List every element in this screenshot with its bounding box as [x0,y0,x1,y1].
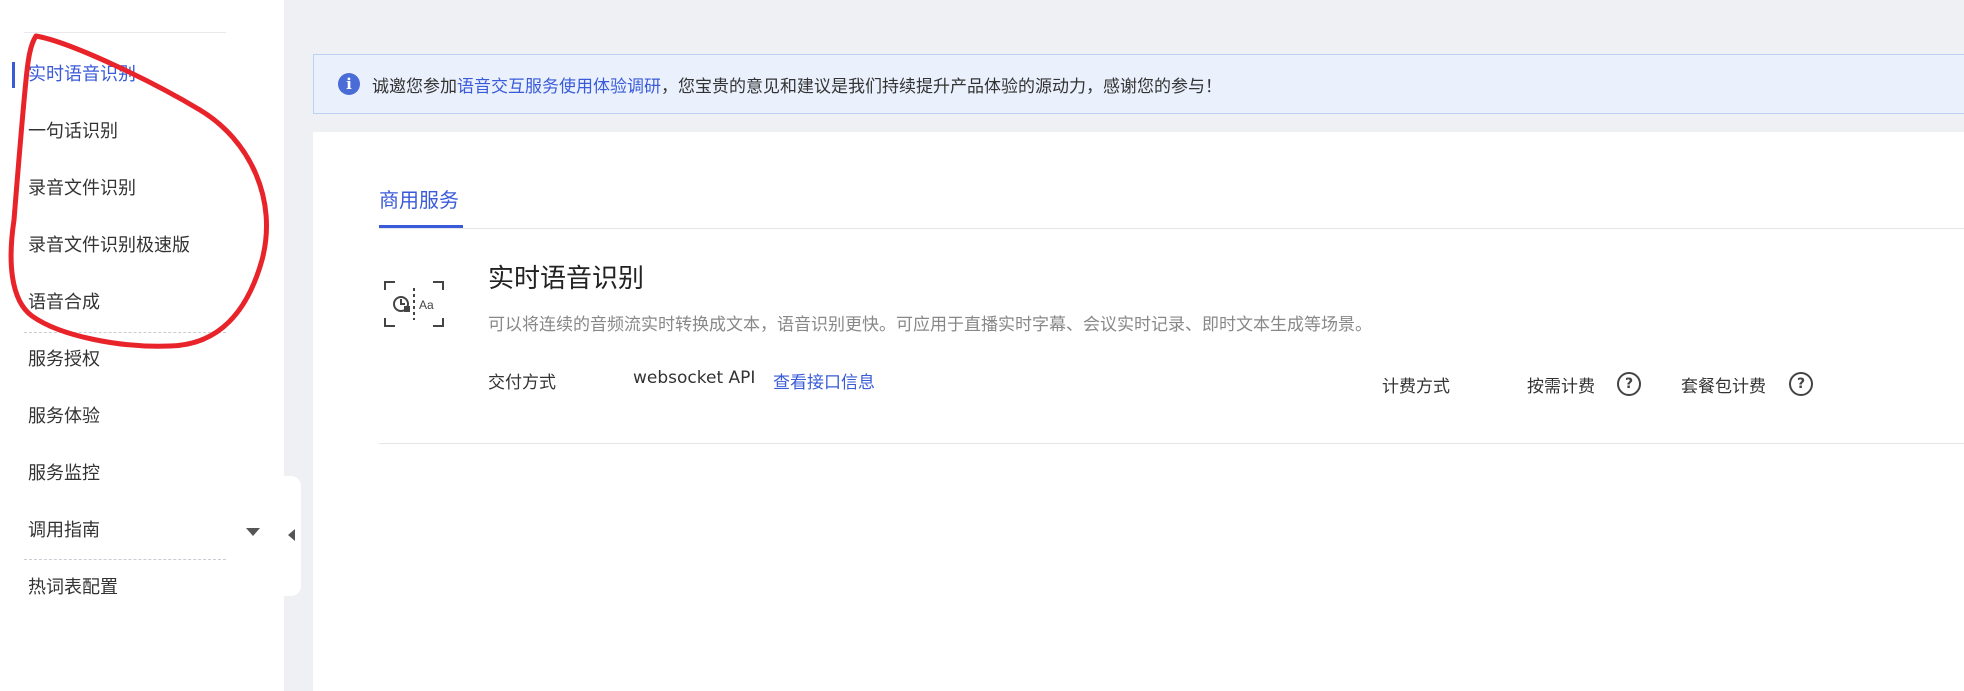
chevron-left-icon [288,529,295,541]
sidebar-item-monitoring[interactable]: 服务监控 [28,462,100,486]
tab-divider [379,228,1964,229]
main-panel: 商用服务 Aa 实时语音识别 可以将连续的音频流实时转换成文本，语音识别更快。可… [313,132,1964,691]
service-description: 可以将连续的音频流实时转换成文本，语音识别更快。可应用于直播实时字幕、会议实时记… [488,315,1372,335]
delivery-label: 交付方式 [488,373,556,393]
section-divider [379,443,1964,444]
billing-on-demand-label: 按需计费 [1527,377,1595,397]
view-api-info-link[interactable]: 查看接口信息 [773,368,875,393]
notice-text-suffix: ，您宝贵的意见和建议是我们持续提升产品体验的源动力，感谢您的参与！ [661,76,1222,97]
notice-bar: i 诚邀您参加 语音交互服务使用体验调研 ，您宝贵的意见和建议是我们持续提升产品… [313,54,1964,114]
sidebar-item-file-asr[interactable]: 录音文件识别 [28,177,136,201]
sidebar-divider [24,559,226,560]
question-circle-icon[interactable]: ? [1617,372,1641,396]
active-indicator [12,62,15,88]
billing-label: 计费方式 [1382,377,1450,397]
service-title: 实时语音识别 [488,264,645,294]
sidebar-item-sentence-asr[interactable]: 一句话识别 [28,120,118,144]
sidebar-item-realtime-asr[interactable]: 实时语音识别 [28,63,136,87]
survey-link[interactable]: 语音交互服务使用体验调研 [457,72,661,97]
sidebar-divider [24,332,226,333]
sidebar-item-guide[interactable]: 调用指南 [28,519,100,543]
billing-package-label: 套餐包计费 [1681,377,1766,397]
notice-text-prefix: 诚邀您参加 [372,76,457,97]
svg-text:Aa: Aa [419,298,434,312]
tab-commercial-service[interactable]: 商用服务 [379,184,459,213]
sidebar-item-hotword[interactable]: 热词表配置 [28,576,118,600]
caret-down-icon[interactable] [246,528,260,536]
sidebar-item-experience[interactable]: 服务体验 [28,405,100,429]
speech-to-text-icon: Aa [384,281,444,327]
question-circle-icon[interactable]: ? [1789,372,1813,396]
sidebar-divider [24,32,226,33]
sidebar-item-tts[interactable]: 语音合成 [28,291,100,315]
sidebar: 实时语音识别 一句话识别 录音文件识别 录音文件识别极速版 语音合成 服务授权 … [0,0,284,691]
delivery-value: websocket API [633,368,756,388]
info-icon: i [338,73,360,95]
sidebar-item-authorization[interactable]: 服务授权 [28,348,100,372]
sidebar-collapse-button[interactable] [284,476,301,596]
sidebar-item-file-asr-fast[interactable]: 录音文件识别极速版 [28,234,190,258]
